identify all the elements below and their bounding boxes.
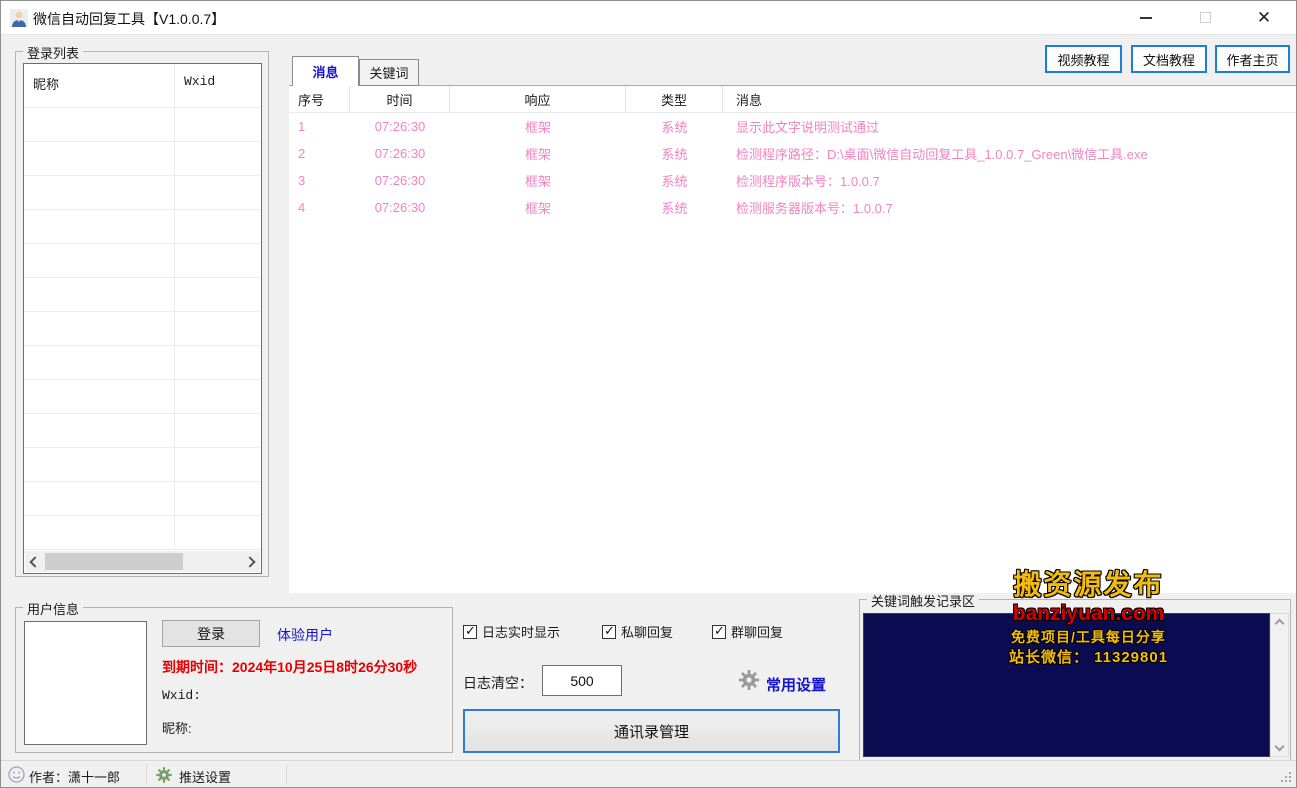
log-cell-time: 07:26:30: [350, 194, 450, 221]
push-settings-item[interactable]: 推送设置: [179, 767, 231, 786]
log-header-message: 消息: [723, 86, 1296, 112]
app-window: 微信自动回复工具【V1.0.0.7】 ✕ 登录列表 昵称 Wxid 视频教程 文…: [0, 0, 1297, 788]
login-list-hscrollbar[interactable]: [25, 551, 260, 572]
log-header-type: 类型: [626, 86, 723, 112]
log-cell-response: 框架: [450, 113, 626, 140]
close-icon: ✕: [1257, 9, 1271, 26]
log-header-response: 响应: [450, 86, 626, 112]
table-row[interactable]: 3 07:26:30 框架 系统 检测程序版本号：1.0.0.7: [289, 167, 1296, 194]
gear-icon: [738, 669, 760, 691]
log-clear-input[interactable]: [542, 665, 622, 696]
author-homepage-button[interactable]: 作者主页: [1215, 45, 1290, 73]
user-info-group: 用户信息 登录 体验用户 到期时间：2024年10月25日8时26分30秒 Wx…: [15, 607, 453, 753]
table-row[interactable]: 4 07:26:30 框架 系统 检测服务器版本号：1.0.0.7: [289, 194, 1296, 221]
checkbox-group-reply[interactable]: 群聊回复: [712, 622, 783, 641]
login-list-col-wxid: Wxid: [184, 74, 215, 89]
log-cell-index: 4: [289, 194, 350, 221]
login-button[interactable]: 登录: [162, 620, 260, 647]
smiley-icon: [8, 766, 25, 783]
log-cell-index: 1: [289, 113, 350, 140]
title-bar: 微信自动回复工具【V1.0.0.7】 ✕: [1, 1, 1296, 35]
app-icon: [10, 9, 28, 27]
push-settings-gear-icon: [155, 766, 173, 784]
minimize-button[interactable]: [1123, 1, 1169, 34]
tab-messages[interactable]: 消息: [292, 56, 359, 86]
scroll-up-icon[interactable]: [1275, 619, 1285, 629]
log-cell-type: 系统: [626, 140, 723, 167]
log-cell-type: 系统: [626, 194, 723, 221]
checkbox-checked-icon[interactable]: [463, 625, 477, 639]
log-cell-time: 07:26:30: [350, 140, 450, 167]
log-cell-response: 框架: [450, 194, 626, 221]
message-log-panel: 序号 时间 响应 类型 消息 1 07:26:30 框架 系统 显示此文字说明测…: [289, 85, 1296, 593]
contacts-manage-button[interactable]: 通讯录管理: [463, 709, 840, 753]
login-list-table[interactable]: 昵称 Wxid: [23, 63, 262, 574]
maximize-button[interactable]: [1182, 1, 1228, 34]
login-list-col-nickname: 昵称: [33, 74, 59, 93]
log-cell-message: 检测服务器版本号：1.0.0.7: [723, 194, 1296, 221]
log-cell-message: 检测程序版本号：1.0.0.7: [723, 167, 1296, 194]
window-title: 微信自动回复工具【V1.0.0.7】: [33, 9, 225, 29]
scroll-right-icon[interactable]: [244, 556, 255, 567]
checkbox-checked-icon[interactable]: [712, 625, 726, 639]
checkbox-private-reply[interactable]: 私聊回复: [602, 622, 673, 641]
log-cell-response: 框架: [450, 140, 626, 167]
resize-grip[interactable]: [1281, 772, 1291, 782]
table-row[interactable]: 1 07:26:30 框架 系统 显示此文字说明测试通过: [289, 113, 1296, 140]
checkbox-private-reply-label: 私聊回复: [621, 622, 673, 641]
scroll-down-icon[interactable]: [1275, 742, 1285, 752]
checkbox-log-realtime-label: 日志实时显示: [482, 622, 560, 641]
user-type-badge: 体验用户: [277, 625, 333, 645]
log-table-header: 序号 时间 响应 类型 消息: [289, 86, 1296, 113]
checkbox-log-realtime[interactable]: 日志实时显示: [463, 622, 560, 641]
common-settings-link[interactable]: 常用设置: [766, 674, 826, 695]
checkbox-group-reply-label: 群聊回复: [731, 622, 783, 641]
log-cell-message: 检测程序路径：D:\桌面\微信自动回复工具_1.0.0.7_Green\微信工具…: [723, 140, 1296, 167]
author-text: 作者：潇十一郎: [29, 767, 120, 786]
log-header-time: 时间: [350, 86, 450, 112]
log-cell-response: 框架: [450, 167, 626, 194]
keyword-record-box[interactable]: [863, 613, 1270, 757]
video-tutorial-button[interactable]: 视频教程: [1045, 45, 1122, 73]
hscrollbar-thumb[interactable]: [45, 553, 183, 570]
keyword-record-group: 关键词触发记录区: [859, 599, 1291, 761]
expire-time-text: 到期时间：2024年10月25日8时26分30秒: [162, 657, 417, 677]
status-bar: 作者：潇十一郎 推送设置: [1, 760, 1296, 787]
keyword-vscrollbar[interactable]: [1270, 613, 1289, 757]
log-cell-index: 2: [289, 140, 350, 167]
log-header-index: 序号: [289, 86, 350, 112]
login-list-header: 昵称 Wxid: [24, 64, 261, 107]
log-table-body: 1 07:26:30 框架 系统 显示此文字说明测试通过 2 07:26:30 …: [289, 113, 1296, 221]
login-list-label: 登录列表: [23, 43, 83, 62]
minimize-icon: [1140, 17, 1152, 19]
log-cell-message: 显示此文字说明测试通过: [723, 113, 1296, 140]
nickname-field-label: 昵称:: [162, 718, 192, 737]
log-clear-label: 日志清空：: [463, 673, 533, 693]
table-row[interactable]: 2 07:26:30 框架 系统 检测程序路径：D:\桌面\微信自动回复工具_1…: [289, 140, 1296, 167]
login-list-empty-rows: [24, 107, 261, 550]
wxid-field-label: Wxid:: [162, 688, 201, 703]
statusbar-divider: [146, 764, 147, 784]
scroll-left-icon[interactable]: [29, 556, 40, 567]
login-list-group: 登录列表 昵称 Wxid: [15, 51, 269, 577]
log-cell-type: 系统: [626, 113, 723, 140]
doc-tutorial-button[interactable]: 文档教程: [1131, 45, 1207, 73]
statusbar-divider: [286, 764, 287, 784]
log-cell-type: 系统: [626, 167, 723, 194]
keyword-record-label: 关键词触发记录区: [867, 591, 979, 610]
maximize-icon: [1200, 12, 1211, 23]
tab-keywords[interactable]: 关键词: [359, 59, 419, 86]
close-button[interactable]: ✕: [1241, 1, 1287, 34]
user-info-label: 用户信息: [23, 599, 83, 618]
checkbox-checked-icon[interactable]: [602, 625, 616, 639]
log-cell-time: 07:26:30: [350, 167, 450, 194]
log-cell-index: 3: [289, 167, 350, 194]
avatar: [24, 621, 147, 745]
log-cell-time: 07:26:30: [350, 113, 450, 140]
